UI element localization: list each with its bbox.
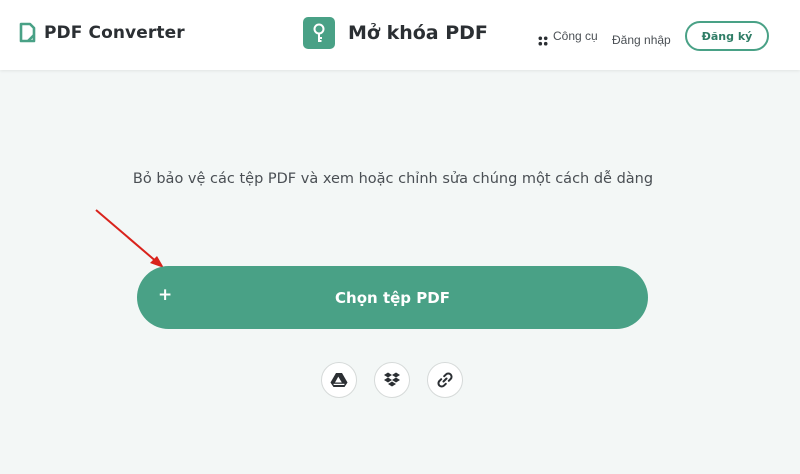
google-drive-icon	[330, 372, 348, 388]
link-icon	[436, 371, 454, 389]
page-title: Mở khóa PDF	[348, 22, 488, 44]
choose-pdf-label: Chọn tệp PDF	[335, 288, 450, 307]
plus-icon: +	[158, 285, 173, 305]
choose-pdf-button[interactable]: + Chọn tệp PDF	[137, 266, 648, 329]
google-drive-button[interactable]	[321, 362, 357, 398]
tools-menu-label: Công cụ	[553, 29, 598, 43]
key-icon	[303, 17, 335, 49]
annotation-arrow-icon	[95, 209, 164, 268]
brand-name: PDF Converter	[44, 23, 185, 43]
url-link-button[interactable]	[427, 362, 463, 398]
brand[interactable]: PDF Converter	[18, 22, 185, 44]
page-subtitle: Bỏ bảo vệ các tệp PDF và xem hoặc chỉnh …	[132, 171, 654, 187]
dropbox-icon	[383, 372, 401, 389]
grid-icon	[538, 31, 548, 46]
signup-button[interactable]: Đăng ký	[685, 21, 769, 51]
login-label: Đăng nhập	[612, 33, 671, 47]
tools-menu[interactable]: Công cụ	[538, 29, 598, 46]
login-link[interactable]: Đăng nhập	[612, 29, 671, 48]
pdf-converter-logo-icon	[18, 22, 36, 44]
top-header: PDF Converter Mở khóa PDF Công cụ Đăng n…	[0, 0, 800, 70]
dropbox-button[interactable]	[374, 362, 410, 398]
tool-heading: Mở khóa PDF	[303, 17, 488, 49]
